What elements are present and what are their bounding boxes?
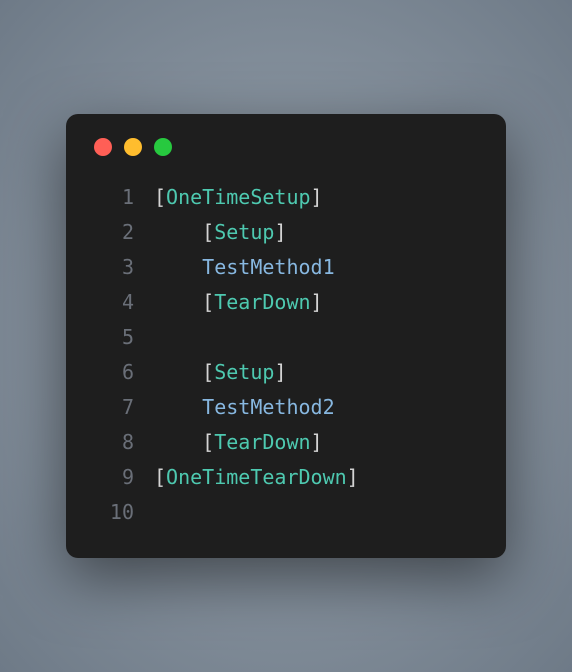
bracket-close: ] (311, 185, 323, 209)
bracket-open: [ (202, 220, 214, 244)
line-number: 1 (94, 180, 134, 215)
attribute-name: Setup (214, 360, 274, 384)
line-content: [TearDown] (134, 285, 323, 320)
attribute-name: TearDown (214, 290, 310, 314)
maximize-icon[interactable] (154, 138, 172, 156)
minimize-icon[interactable] (124, 138, 142, 156)
code-line: 10 (94, 495, 478, 530)
bracket-close: ] (347, 465, 359, 489)
bracket-open: [ (202, 290, 214, 314)
attribute-name: OneTimeTearDown (166, 465, 347, 489)
code-window: 1[OneTimeSetup]2 [Setup]3 TestMethod14 [… (66, 114, 506, 558)
bracket-open: [ (202, 360, 214, 384)
bracket-close: ] (274, 220, 286, 244)
bracket-open: [ (154, 185, 166, 209)
bracket-close: ] (311, 290, 323, 314)
method-name: TestMethod1 (202, 255, 334, 279)
code-line: 7 TestMethod2 (94, 390, 478, 425)
attribute-name: OneTimeSetup (166, 185, 311, 209)
code-line: 8 [TearDown] (94, 425, 478, 460)
bracket-open: [ (154, 465, 166, 489)
code-line: 9[OneTimeTearDown] (94, 460, 478, 495)
line-content: [OneTimeTearDown] (134, 460, 359, 495)
titlebar (94, 138, 478, 156)
line-content: [Setup] (134, 355, 286, 390)
attribute-name: Setup (214, 220, 274, 244)
line-content: [TearDown] (134, 425, 323, 460)
code-line: 6 [Setup] (94, 355, 478, 390)
line-number: 3 (94, 250, 134, 285)
code-line: 3 TestMethod1 (94, 250, 478, 285)
line-content (134, 495, 166, 530)
line-number: 10 (94, 495, 134, 530)
line-number: 9 (94, 460, 134, 495)
line-number: 4 (94, 285, 134, 320)
line-number: 2 (94, 215, 134, 250)
attribute-name: TearDown (214, 430, 310, 454)
code-line: 1[OneTimeSetup] (94, 180, 478, 215)
bracket-close: ] (274, 360, 286, 384)
line-number: 6 (94, 355, 134, 390)
line-content: [OneTimeSetup] (134, 180, 323, 215)
bracket-close: ] (311, 430, 323, 454)
line-number: 5 (94, 320, 134, 355)
line-number: 8 (94, 425, 134, 460)
line-content: TestMethod1 (134, 250, 335, 285)
bracket-open: [ (202, 430, 214, 454)
line-content (134, 320, 166, 355)
code-line: 5 (94, 320, 478, 355)
code-line: 2 [Setup] (94, 215, 478, 250)
method-name: TestMethod2 (202, 395, 334, 419)
code-area: 1[OneTimeSetup]2 [Setup]3 TestMethod14 [… (94, 180, 478, 530)
line-number: 7 (94, 390, 134, 425)
code-line: 4 [TearDown] (94, 285, 478, 320)
line-content: TestMethod2 (134, 390, 335, 425)
line-content: [Setup] (134, 215, 286, 250)
close-icon[interactable] (94, 138, 112, 156)
